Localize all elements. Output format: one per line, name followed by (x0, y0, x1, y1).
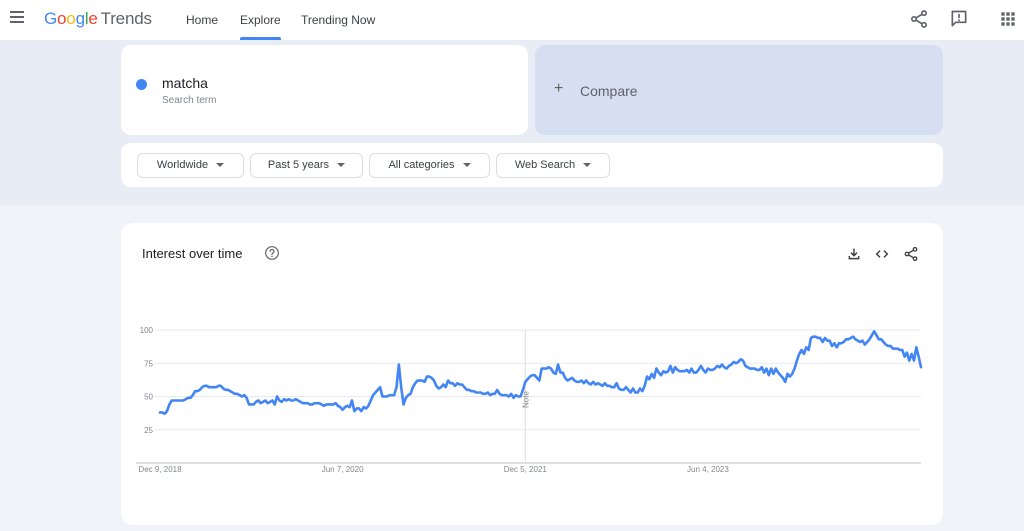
nav-tab-explore[interactable]: Explore (240, 0, 281, 40)
filter-label: Past 5 years (267, 159, 330, 171)
y-tick-label: 25 (144, 426, 153, 435)
google-trends-logo[interactable]: Google Trends (44, 9, 152, 29)
term-color-dot (136, 79, 147, 90)
share-icon[interactable] (909, 9, 929, 29)
filter-bar: Worldwide Past 5 years All categories We… (121, 143, 943, 187)
logo-letter: G (44, 9, 58, 28)
y-tick-label: 100 (140, 326, 154, 335)
feedback-icon[interactable] (949, 9, 969, 29)
series-line-matcha (158, 330, 923, 416)
logo-letter: o (57, 9, 67, 28)
dropdown-caret-icon (337, 163, 346, 168)
apps-grid-icon[interactable] (998, 9, 1018, 29)
logo-letter: o (66, 9, 76, 28)
x-tick-label: Dec 9, 2018 (138, 465, 182, 474)
filter-label: All categories (388, 159, 455, 171)
dropdown-caret-icon (462, 163, 471, 168)
filter-label: Web Search (514, 159, 576, 171)
logo-letter: g (75, 9, 85, 28)
compare-label: Compare (580, 83, 638, 99)
y-tick-label: 50 (144, 393, 153, 402)
filter-search-type[interactable]: Web Search (496, 153, 610, 178)
hamburger-menu-icon[interactable] (10, 11, 24, 23)
logo-product-name: Trends (100, 9, 152, 28)
search-term-card[interactable]: matcha Search term (121, 45, 528, 135)
compare-button[interactable]: + Compare (535, 45, 943, 135)
filter-time-range[interactable]: Past 5 years (250, 153, 363, 178)
plus-icon: + (554, 80, 564, 97)
filter-label: Worldwide (156, 159, 209, 171)
filter-region[interactable]: Worldwide (137, 153, 244, 178)
dropdown-caret-icon (216, 163, 225, 168)
y-tick-label: 75 (144, 359, 153, 368)
x-tick-label: Dec 5, 2021 (504, 465, 548, 474)
top-app-bar: Google Trends Home Explore Trending Now (0, 0, 1024, 40)
nav-tab-home[interactable]: Home (186, 0, 218, 40)
filter-category[interactable]: All categories (369, 153, 490, 178)
dropdown-caret-icon (583, 163, 592, 168)
logo-letter: e (88, 9, 98, 28)
nav-tab-trending-now[interactable]: Trending Now (301, 0, 375, 40)
interest-over-time-card: Interest over time 25 50 75 100 Dec 9, 2018 J… (121, 223, 943, 525)
search-term-name[interactable]: matcha (162, 75, 208, 91)
search-term-subtitle: Search term (162, 95, 217, 106)
x-tick-label: Jun 7, 2020 (322, 465, 364, 474)
x-tick-label: Jun 4, 2023 (687, 465, 729, 474)
interest-line-chart: 25 50 75 100 Dec 9, 2018 Jun 7, 2020 Dec 5, 20… (136, 326, 923, 474)
